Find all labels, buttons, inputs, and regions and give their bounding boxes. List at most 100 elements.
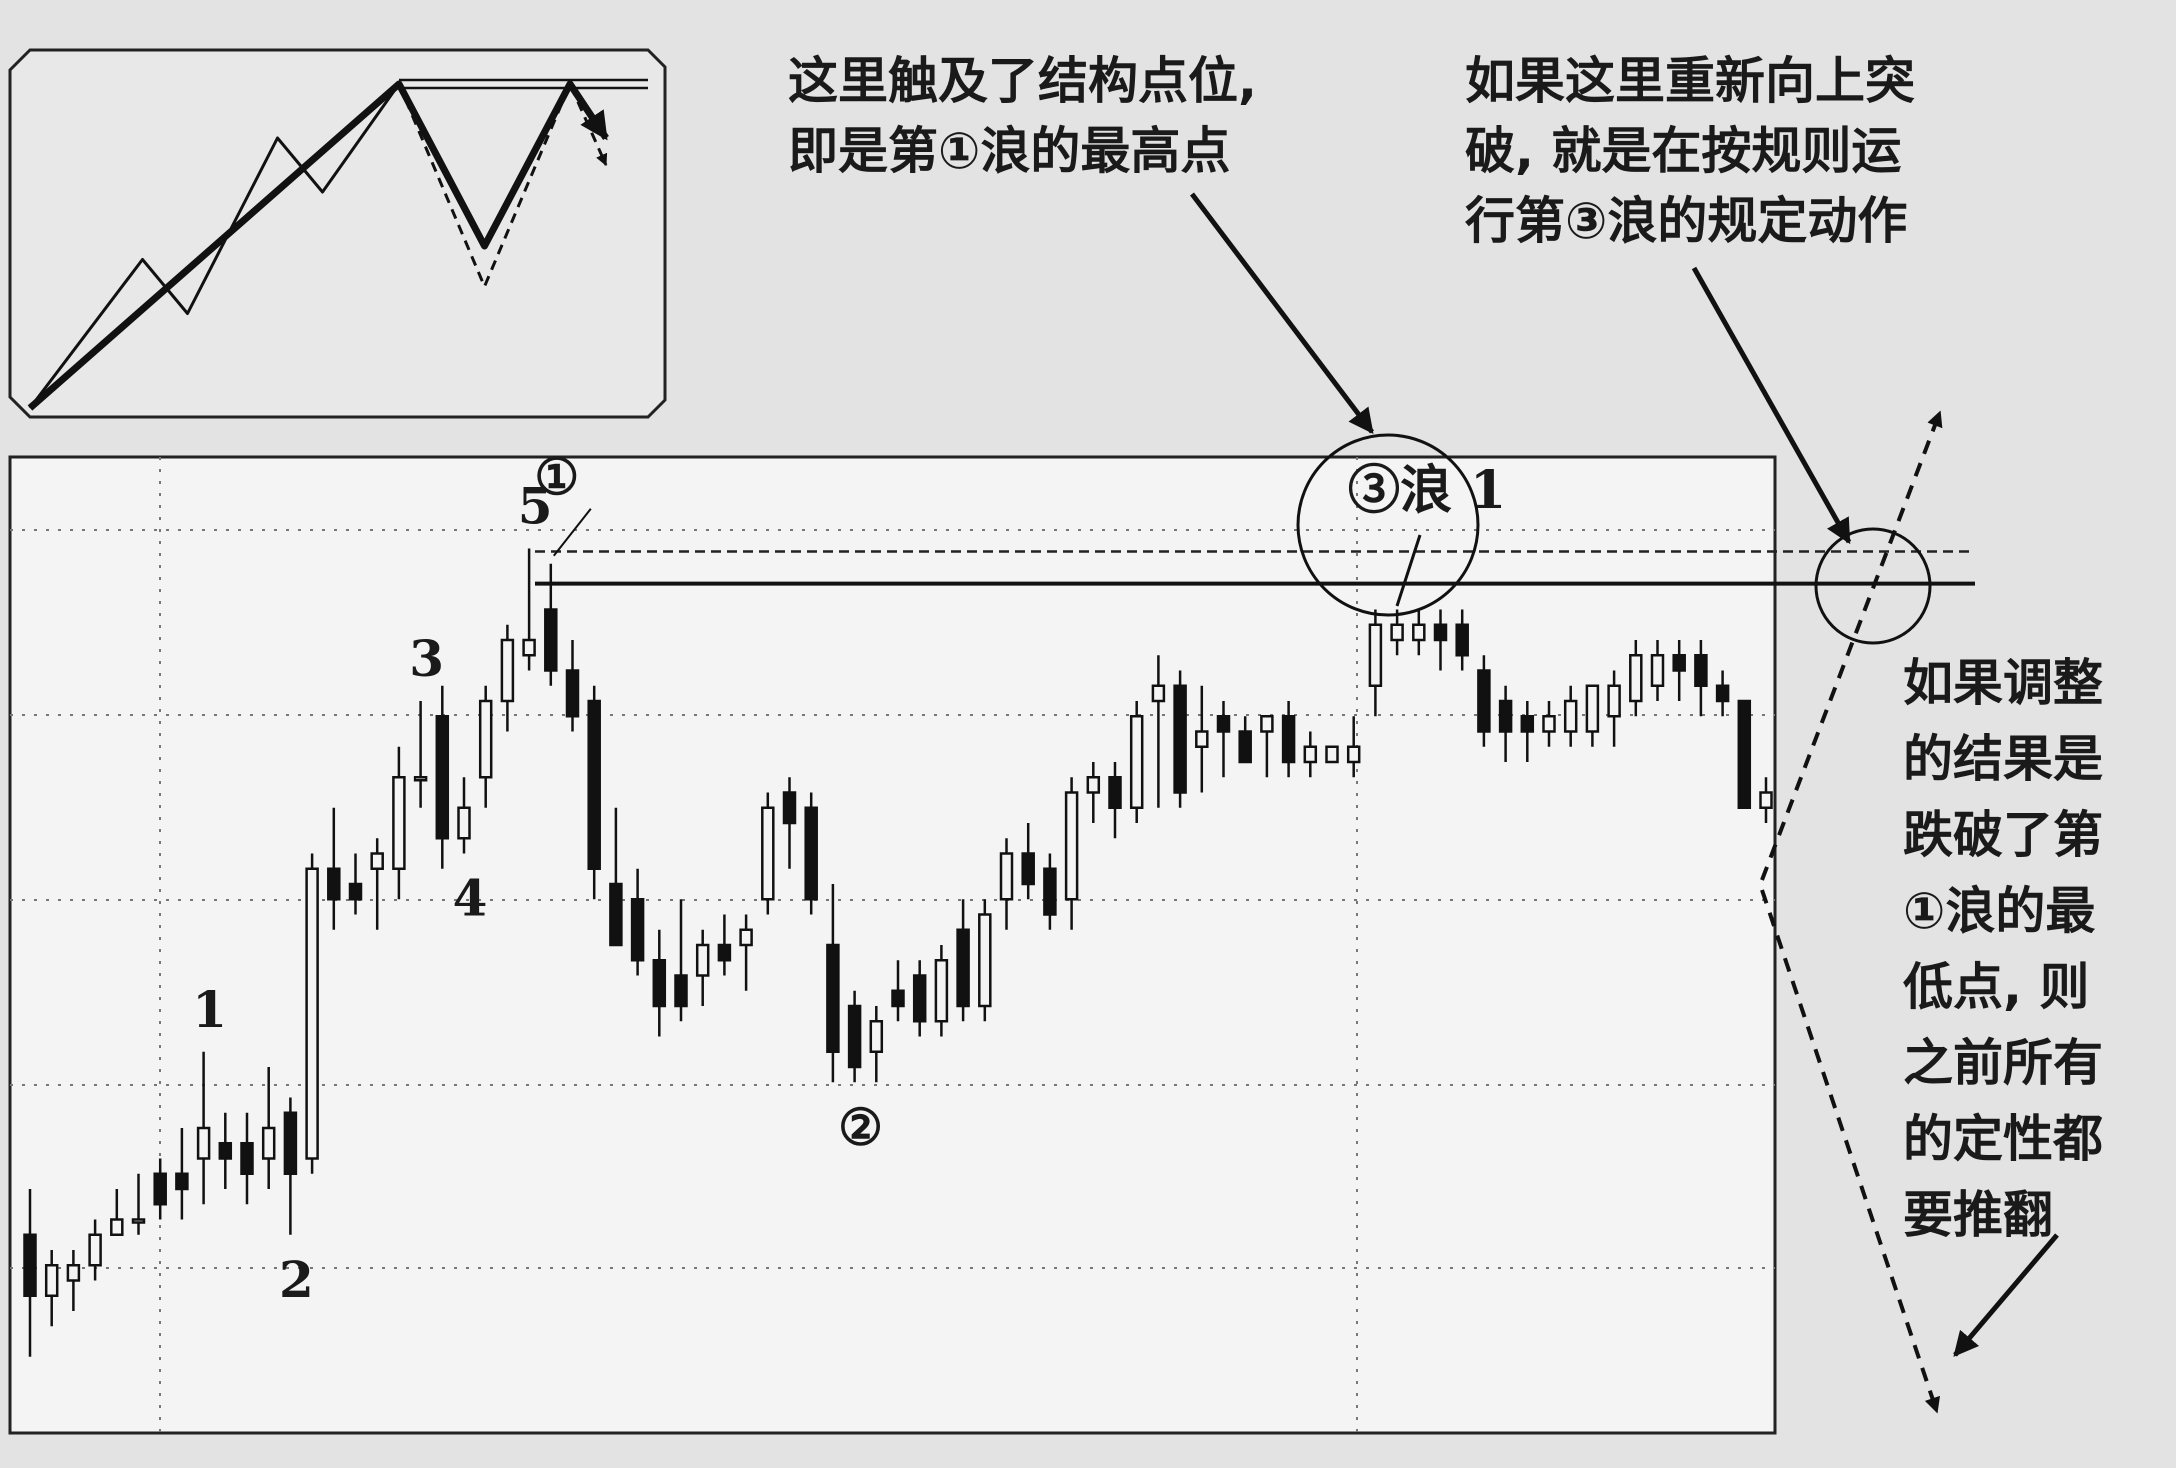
candle-body: [1585, 684, 1600, 733]
candle-body: [1043, 867, 1057, 916]
candle-body: [1129, 715, 1144, 809]
note-line: 低点, 则: [1903, 958, 2089, 1016]
candle-body: [847, 1004, 862, 1069]
candle-body: [1064, 791, 1079, 901]
candle-body: [652, 959, 667, 1008]
candle-body: [413, 776, 428, 782]
candle-body: [1650, 654, 1665, 687]
candle: [305, 853, 319, 1174]
candle-body: [1368, 623, 1383, 687]
candle-body: [1412, 623, 1426, 642]
candle-body: [1715, 684, 1730, 703]
wave-label: 2: [279, 1250, 314, 1309]
note-line: ①浪的最: [1903, 882, 2095, 940]
candle-body: [1629, 654, 1643, 703]
candle-body: [999, 852, 1014, 901]
candle: [1737, 699, 1752, 809]
note-line: 破, 就是在按规则运: [1465, 122, 1901, 180]
inset-frame: [8, 48, 667, 419]
arrow-to-wave3: [1190, 192, 1374, 434]
candle-body: [44, 1264, 59, 1297]
annotation-right: 如果调整 的结果是 跌破了第 ①浪的最 低点, 则 之前所有 的定性都 要推翻: [1903, 654, 2103, 1244]
note-line: 即是第①浪的最高点: [788, 122, 1230, 180]
annotation-top-right: 如果这里重新向上突 破, 就是在按规则运 行第③浪的规定动作: [1465, 52, 1915, 250]
candle-body: [131, 1218, 146, 1224]
candle-body: [1455, 623, 1469, 657]
candle-body: [500, 638, 515, 703]
candle-body: [1477, 669, 1491, 733]
candle-body: [1303, 745, 1318, 764]
candle-body: [934, 959, 949, 1023]
candle-body: [761, 806, 775, 901]
candle-body: [1737, 699, 1752, 809]
candle-body: [1759, 791, 1773, 809]
candle: [587, 685, 601, 900]
candle-body: [1542, 715, 1556, 733]
candle-body: [1346, 745, 1361, 764]
note-line: 行第③浪的规定动作: [1465, 192, 1907, 250]
candle-body: [1195, 730, 1209, 748]
candle-body: [695, 943, 710, 977]
candle-body: [305, 867, 319, 1160]
candle-body: [782, 791, 797, 825]
candle-body: [1108, 776, 1122, 809]
note-line: 要推翻: [1903, 1186, 2053, 1244]
candle-body: [392, 776, 406, 870]
candle-body: [1520, 715, 1535, 733]
candle: [978, 899, 992, 1022]
wave-label: 3: [409, 629, 444, 688]
candle-body: [283, 1111, 298, 1175]
candle-body: [804, 806, 818, 901]
note-line: 这里触及了结构点位,: [788, 52, 1257, 110]
candle: [1325, 745, 1339, 764]
candle-body: [956, 928, 970, 1008]
candle-body: [1563, 699, 1578, 733]
wave-label: ③浪 1: [1348, 460, 1506, 521]
candle-body: [674, 974, 688, 1008]
candle-body: [891, 989, 905, 1008]
candle-body: [1325, 745, 1339, 764]
candle-body: [88, 1233, 102, 1267]
candle-body: [196, 1126, 211, 1160]
annotation-top-left: 这里触及了结构点位, 即是第①浪的最高点: [788, 52, 1257, 180]
candle-body: [630, 898, 645, 962]
candle-body: [1498, 699, 1513, 733]
candle-body: [1173, 684, 1187, 794]
candle-body: [66, 1264, 81, 1282]
candle-body: [1238, 730, 1252, 764]
wave-label: ①: [534, 447, 579, 506]
candle-body: [544, 608, 558, 672]
candle-body: [717, 943, 732, 962]
note-line: 如果这里重新向上突: [1465, 52, 1915, 110]
candle-body: [1281, 715, 1296, 764]
candle-body: [240, 1142, 254, 1175]
main-chart-frame: [8, 455, 1777, 1435]
candle-body: [1433, 623, 1448, 642]
candle-body: [565, 669, 580, 718]
candle-body: [261, 1126, 276, 1160]
candle-body: [175, 1172, 189, 1191]
wave-label: 4: [453, 869, 488, 928]
note-line: 如果调整: [1903, 654, 2103, 712]
candle-body: [978, 913, 992, 1008]
wave-label: 1: [192, 980, 227, 1039]
candle-body: [435, 715, 450, 840]
candle-body: [522, 638, 536, 657]
candle-body: [457, 806, 471, 840]
candle-body: [1390, 623, 1404, 642]
candle-body: [912, 974, 927, 1023]
candle-body: [370, 852, 384, 870]
candle-body: [348, 882, 363, 901]
candle-body: [1086, 776, 1101, 794]
wave-label: ②: [838, 1097, 883, 1156]
candle-body: [110, 1218, 124, 1236]
candle-body: [1607, 684, 1621, 718]
candle-body: [1021, 852, 1035, 886]
candle-body: [327, 867, 341, 901]
candle-body: [218, 1142, 233, 1160]
candle-body: [23, 1233, 37, 1297]
candle-body: [1216, 715, 1231, 733]
candle: [1173, 670, 1187, 808]
candle-body: [1260, 715, 1274, 733]
note-line: 之前所有: [1903, 1034, 2103, 1092]
